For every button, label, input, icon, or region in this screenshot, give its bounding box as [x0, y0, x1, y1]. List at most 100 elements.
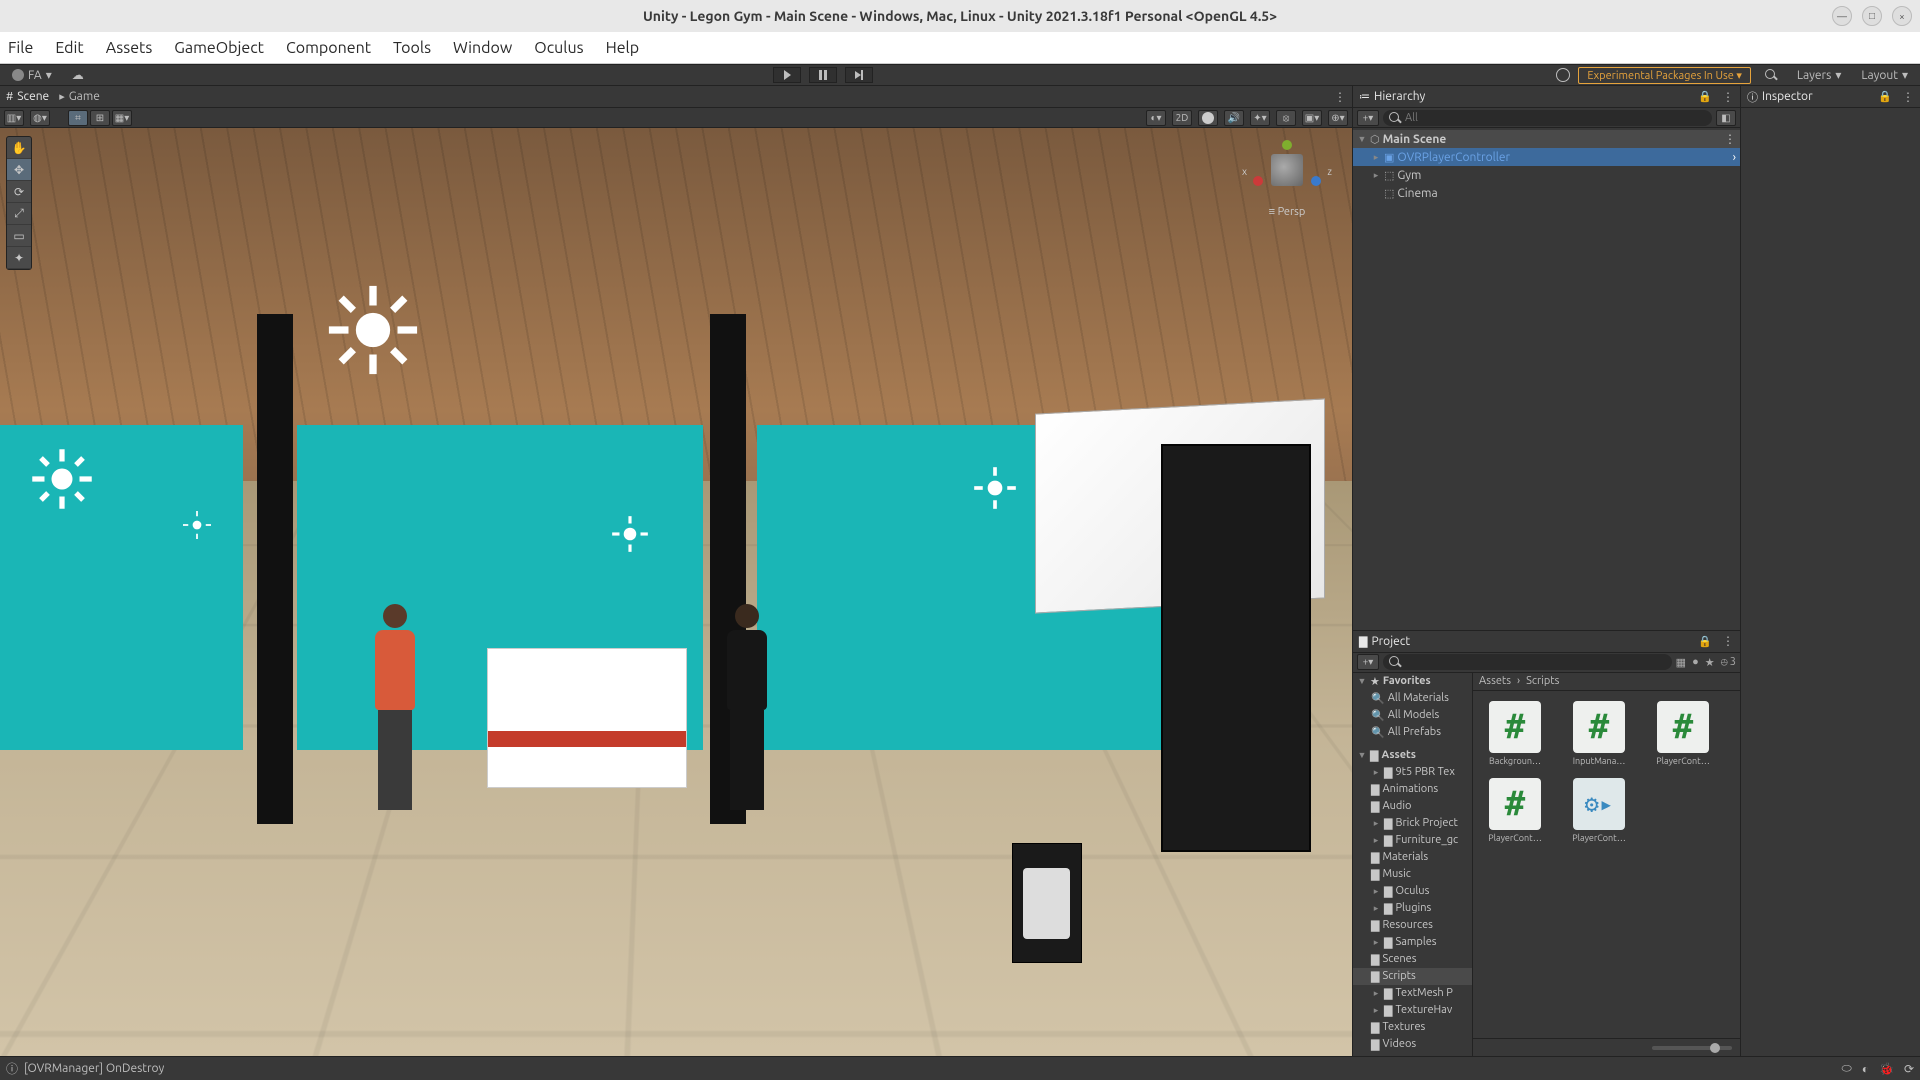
folder-item[interactable]: ▇Scripts: [1353, 968, 1472, 985]
tab-project[interactable]: ▇Project: [1359, 635, 1410, 648]
hierarchy-item[interactable]: ▸⬚Gym: [1353, 166, 1740, 184]
activity-icon[interactable]: ◐: [1862, 1062, 1869, 1076]
hierarchy-filter-button[interactable]: ◧: [1716, 110, 1736, 126]
lock-icon[interactable]: 🔒: [1878, 90, 1892, 103]
audio-toggle[interactable]: 🔊: [1224, 110, 1244, 126]
tab-game[interactable]: ▸Game: [59, 90, 100, 103]
scene-row[interactable]: ▼⬡Main Scene⋮: [1353, 130, 1740, 148]
folder-item[interactable]: ▸▇Samples: [1353, 934, 1472, 951]
menu-component[interactable]: Component: [286, 39, 371, 57]
layers-dropdown[interactable]: Layers ▾: [1791, 66, 1847, 84]
menu-oculus[interactable]: Oculus: [534, 39, 583, 57]
transform-tool[interactable]: ✦: [7, 247, 31, 269]
favorite-item[interactable]: 🔍All Prefabs: [1353, 724, 1472, 741]
gizmos-button[interactable]: ⊕▾: [1328, 110, 1348, 126]
menu-window[interactable]: Window: [453, 39, 512, 57]
menu-assets[interactable]: Assets: [106, 39, 153, 57]
step-button[interactable]: [845, 67, 873, 83]
lock-icon[interactable]: 🔒: [1698, 635, 1712, 648]
shading-mode-button[interactable]: ◍▾: [30, 110, 50, 126]
rect-tool[interactable]: ▭: [7, 225, 31, 247]
camera-button[interactable]: ▣▾: [1302, 110, 1322, 126]
tab-menu-icon[interactable]: ⋮: [1722, 634, 1734, 648]
folder-item[interactable]: ▇Resources: [1353, 917, 1472, 934]
layout-dropdown[interactable]: Layout ▾: [1855, 66, 1914, 84]
project-search[interactable]: [1383, 654, 1672, 670]
favorites-header[interactable]: ▼★Favorites: [1353, 673, 1472, 690]
close-button[interactable]: ×: [1892, 6, 1912, 26]
tab-scene[interactable]: #Scene: [6, 90, 49, 103]
vr-icon[interactable]: ⬭: [1841, 1062, 1851, 1076]
minimize-button[interactable]: —: [1832, 6, 1852, 26]
experimental-packages-button[interactable]: Experimental Packages In Use ▾: [1578, 67, 1751, 84]
tab-menu-icon[interactable]: ⋮: [1902, 90, 1914, 104]
folder-item[interactable]: ▸▇TextureHav: [1353, 1002, 1472, 1019]
hierarchy-item[interactable]: ▸▣OVRPlayerController›: [1353, 148, 1740, 166]
breadcrumb-item[interactable]: Assets: [1479, 675, 1511, 687]
menu-help[interactable]: Help: [606, 39, 640, 57]
favorite-item[interactable]: 🔍All Models: [1353, 707, 1472, 724]
bug-icon[interactable]: 🐞: [1879, 1062, 1894, 1076]
undo-history-button[interactable]: [1556, 68, 1570, 82]
filter-by-type-icon[interactable]: ▦: [1676, 656, 1686, 669]
rotate-tool[interactable]: ⟳: [7, 181, 31, 203]
create-dropdown[interactable]: +▾: [1357, 110, 1379, 126]
orientation-gizmo[interactable]: y x z ≡ Persp: [1242, 138, 1332, 238]
autorefresh-icon[interactable]: ⟳: [1904, 1062, 1914, 1076]
menu-file[interactable]: File: [8, 39, 33, 57]
folder-item[interactable]: ▇Materials: [1353, 849, 1472, 866]
menu-gameobject[interactable]: GameObject: [174, 39, 264, 57]
scene-viewport[interactable]: ✋ ✥ ⟳ ⤢ ▭ ✦: [0, 128, 1352, 1056]
hierarchy-search[interactable]: All: [1383, 110, 1712, 126]
play-button[interactable]: [773, 67, 801, 83]
move-tool[interactable]: ✥: [7, 159, 31, 181]
folder-item[interactable]: ▸▇Plugins: [1353, 900, 1472, 917]
draw-mode-button[interactable]: ▥▾: [4, 110, 24, 126]
asset-item[interactable]: #PlayerCont…: [1479, 778, 1551, 843]
scale-tool[interactable]: ⤢: [7, 203, 31, 225]
lock-icon[interactable]: 🔒: [1698, 90, 1712, 103]
search-button[interactable]: [1759, 67, 1783, 83]
pause-button[interactable]: [809, 67, 837, 83]
folder-item[interactable]: ▇Videos: [1353, 1036, 1472, 1053]
folder-item[interactable]: ▇Scenes: [1353, 951, 1472, 968]
tab-menu-icon[interactable]: ⋮: [1722, 90, 1734, 104]
asset-item[interactable]: ⚙▸PlayerCont…: [1563, 778, 1635, 843]
grid-button[interactable]: ▦▾: [112, 110, 132, 126]
hand-tool[interactable]: ✋: [7, 137, 31, 159]
folder-item[interactable]: ▇Animations: [1353, 781, 1472, 798]
menu-tools[interactable]: Tools: [393, 39, 431, 57]
save-search-icon[interactable]: ★: [1705, 656, 1715, 669]
breadcrumb-item[interactable]: Scripts: [1526, 675, 1559, 687]
2d-toggle[interactable]: 2D: [1172, 110, 1192, 126]
account-button[interactable]: FA▾: [6, 66, 58, 84]
folder-item[interactable]: ▇Textures: [1353, 1019, 1472, 1036]
project-create-dropdown[interactable]: +▾: [1357, 654, 1379, 670]
maximize-button[interactable]: □: [1862, 6, 1882, 26]
thumbnail-size-slider[interactable]: [1652, 1046, 1732, 1050]
folder-item[interactable]: ▇Music: [1353, 866, 1472, 883]
tab-hierarchy[interactable]: ≔Hierarchy: [1359, 90, 1425, 103]
tab-inspector[interactable]: ⓘInspector: [1747, 89, 1813, 105]
asset-item[interactable]: #InputMana…: [1563, 701, 1635, 766]
local-button[interactable]: ⊞: [90, 110, 110, 126]
asset-item[interactable]: #PlayerCont…: [1647, 701, 1719, 766]
menu-edit[interactable]: Edit: [55, 39, 83, 57]
cloud-button[interactable]: ☁: [66, 66, 90, 84]
assets-header[interactable]: ▼▇Assets: [1353, 747, 1472, 764]
favorite-item[interactable]: 🔍All Materials: [1353, 690, 1472, 707]
filter-by-label-icon[interactable]: ●: [1692, 656, 1699, 668]
folder-item[interactable]: ▸▇9t5 PBR Tex: [1353, 764, 1472, 781]
folder-item[interactable]: ▸▇Oculus: [1353, 883, 1472, 900]
folder-item[interactable]: ▸▇TextMesh P: [1353, 985, 1472, 1002]
tab-menu-icon[interactable]: ⋮: [1334, 90, 1346, 104]
hidden-toggle[interactable]: ⦻: [1276, 110, 1296, 126]
asset-item[interactable]: #Backgroun…: [1479, 701, 1551, 766]
folder-item[interactable]: ▸▇Brick Project: [1353, 815, 1472, 832]
hierarchy-item[interactable]: ⬚Cinema: [1353, 184, 1740, 202]
folder-item[interactable]: ▇Audio: [1353, 798, 1472, 815]
folder-item[interactable]: ▸▇Furniture_gc: [1353, 832, 1472, 849]
fx-toggle[interactable]: ✦▾: [1250, 110, 1270, 126]
lighting-toggle[interactable]: [1198, 110, 1218, 126]
debug-draw-button[interactable]: ◐▾: [1146, 110, 1166, 126]
